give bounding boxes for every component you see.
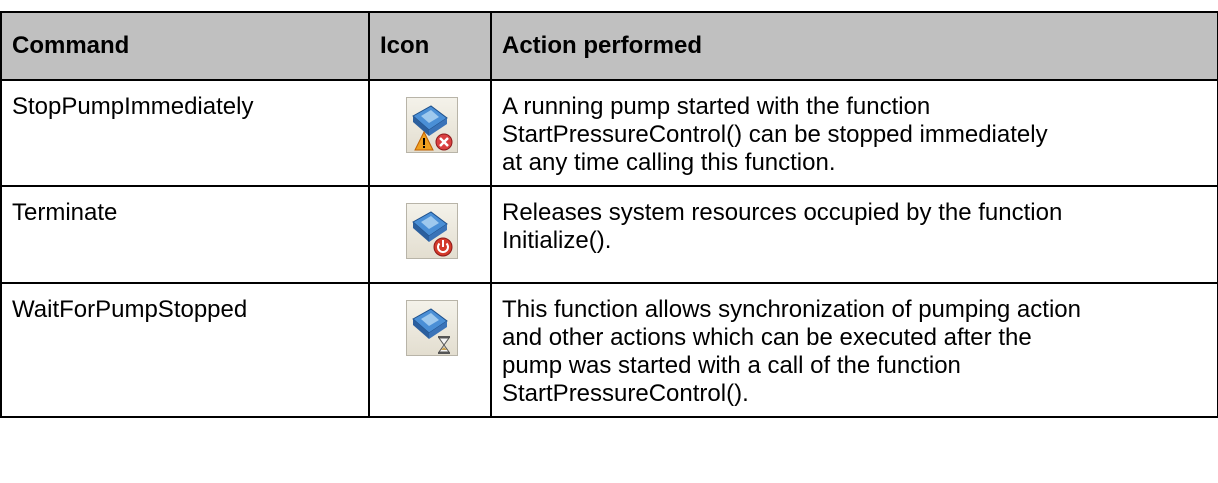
action-description: A running pump started with the function… — [490, 79, 1218, 187]
action-line: and other actions which can be executed … — [502, 324, 1032, 351]
action-line: Initialize(). — [502, 227, 612, 254]
header-action: Action performed — [490, 11, 1218, 81]
icon-cell — [368, 79, 492, 187]
command-name: WaitForPumpStopped — [0, 282, 370, 418]
action-line: This function allows synchronization of … — [502, 296, 1081, 323]
action-line: pump was started with a call of the func… — [502, 352, 961, 379]
pump-hourglass-icon — [406, 300, 458, 356]
action-line: at any time calling this function. — [502, 149, 836, 176]
action-line: StartPressureControl() can be stopped im… — [502, 121, 1048, 148]
action-line: Releases system resources occupied by th… — [502, 199, 1063, 226]
header-icon: Icon — [368, 11, 492, 81]
action-description: Releases system resources occupied by th… — [490, 185, 1218, 284]
pump-power-off-icon — [406, 203, 458, 259]
table-row: WaitForPumpStopped This function allows … — [0, 282, 1218, 418]
table-header-row: Command Icon Action performed — [0, 11, 1218, 81]
table-row: Terminate Releases system resources occu — [0, 185, 1218, 284]
command-name: Terminate — [0, 185, 370, 284]
icon-cell — [368, 282, 492, 418]
action-line: StartPressureControl(). — [502, 380, 749, 407]
icon-cell — [368, 185, 492, 284]
table-row: StopPumpImmediately A running pump start… — [0, 79, 1218, 187]
commands-table: Command Icon Action performed StopPumpIm… — [0, 11, 1218, 418]
header-command: Command — [0, 11, 370, 81]
action-description: This function allows synchronization of … — [490, 282, 1218, 418]
pump-stop-warning-icon — [406, 97, 458, 153]
command-name: StopPumpImmediately — [0, 79, 370, 187]
action-line: A running pump started with the function — [502, 93, 931, 120]
